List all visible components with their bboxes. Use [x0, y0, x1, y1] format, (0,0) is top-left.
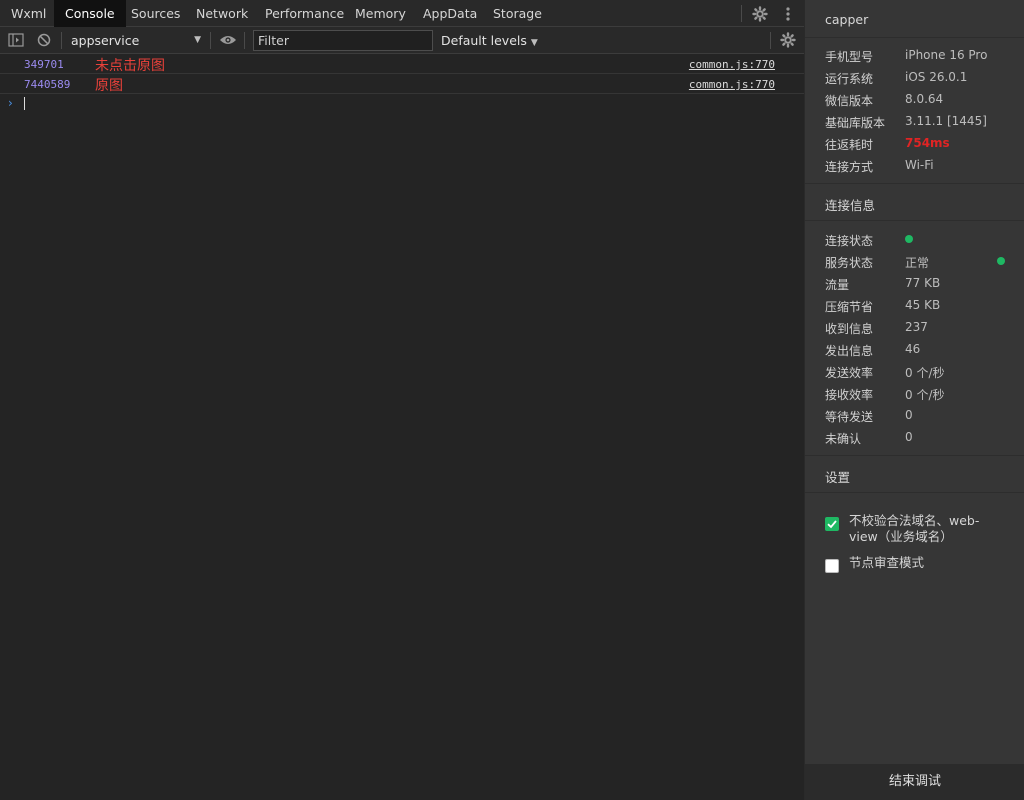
service-status-label: 服务状态 — [825, 256, 874, 270]
received-label: 收到信息 — [825, 322, 874, 336]
settings-title: 设置 — [825, 470, 851, 485]
tab-sources[interactable]: Sources — [120, 0, 191, 27]
session-title: capper — [825, 12, 869, 27]
device-model-value: iPhone 16 Pro — [905, 48, 988, 62]
text-caret — [24, 97, 25, 110]
sent-label: 发出信息 — [825, 344, 874, 358]
console-settings-gear-icon[interactable] — [778, 31, 798, 49]
tab-storage[interactable]: Storage — [482, 0, 553, 27]
connection-type-value: Wi-Fi — [905, 158, 934, 172]
console-log-row: 349701 未点击原图 common.js:770 — [0, 54, 804, 74]
divider — [805, 492, 1024, 493]
unacked-value: 0 — [905, 430, 913, 444]
log-message: 未点击原图 — [95, 58, 165, 74]
node-inspect-label[interactable]: 节点审查模式 — [849, 555, 999, 571]
sidebar-toggle-icon[interactable] — [6, 31, 26, 49]
service-status-dot — [997, 257, 1005, 265]
received-value: 237 — [905, 320, 928, 334]
device-model-label: 手机型号 — [825, 50, 874, 64]
compression-label: 压缩节省 — [825, 300, 874, 314]
console-output: 349701 未点击原图 common.js:770 7440589 原图 co… — [0, 54, 804, 114]
tab-appdata[interactable]: AppData — [412, 0, 488, 27]
debug-side-panel: capper 手机型号 iPhone 16 Pro 运行系统 iOS 26.0.… — [804, 0, 1024, 800]
wechat-version-value: 8.0.64 — [905, 92, 944, 106]
tab-performance[interactable]: Performance — [254, 0, 355, 27]
more-menu-icon[interactable] — [778, 4, 798, 24]
chevron-down-icon: ▼ — [530, 38, 538, 48]
receive-rate-label: 接收效率 — [825, 388, 874, 402]
log-message: 原图 — [95, 78, 123, 94]
send-rate-label: 发送效率 — [825, 366, 874, 380]
connection-type-label: 连接方式 — [825, 160, 874, 174]
settings-gear-icon[interactable] — [750, 4, 770, 24]
console-prompt[interactable]: › — [0, 94, 804, 114]
filter-input[interactable] — [253, 30, 433, 51]
lib-version-value: 3.11.1 [1445] — [905, 114, 987, 128]
connection-status-dot — [905, 235, 913, 243]
os-value: iOS 26.0.1 — [905, 70, 968, 84]
divider — [805, 37, 1024, 38]
tab-memory[interactable]: Memory — [344, 0, 417, 27]
tab-console[interactable]: Console — [54, 0, 126, 27]
devtools-pane: Wxml Console Sources Network Performance… — [0, 0, 804, 800]
latency-label: 往返耗时 — [825, 138, 874, 152]
unacked-label: 未确认 — [825, 432, 862, 446]
context-select[interactable]: appservice ▼ — [65, 31, 205, 50]
chevron-down-icon: ▼ — [194, 35, 201, 45]
log-repeat-count: 349701 — [24, 58, 64, 71]
console-log-row: 7440589 原图 common.js:770 — [0, 74, 804, 94]
skip-domain-check-checkbox[interactable] — [825, 517, 839, 531]
node-inspect-checkbox[interactable] — [825, 559, 839, 573]
skip-domain-check-label[interactable]: 不校验合法域名、web-view（业务域名） — [849, 513, 999, 545]
tab-network[interactable]: Network — [185, 0, 259, 27]
receive-rate-value: 0 个/秒 — [905, 388, 945, 402]
log-source-link[interactable]: common.js:770 — [689, 78, 775, 91]
divider — [805, 455, 1024, 456]
console-toolbar: appservice ▼ Default levels▼ — [0, 27, 804, 54]
divider — [805, 220, 1024, 221]
pending-send-value: 0 — [905, 408, 913, 422]
connection-info-title: 连接信息 — [825, 198, 876, 213]
clear-console-icon[interactable] — [34, 31, 54, 49]
log-source-link[interactable]: common.js:770 — [689, 58, 775, 71]
os-label: 运行系统 — [825, 72, 874, 86]
checkmark-icon — [827, 520, 837, 529]
latency-value: 754ms — [905, 136, 950, 150]
log-levels-select[interactable]: Default levels ▼ — [441, 31, 538, 50]
pending-send-label: 等待发送 — [825, 410, 874, 424]
wechat-version-label: 微信版本 — [825, 94, 874, 108]
toolbar-divider — [61, 32, 62, 49]
divider — [805, 183, 1024, 184]
tabbar-divider — [741, 5, 742, 22]
end-debug-button[interactable]: 结束调试 — [805, 764, 1024, 800]
tab-wxml[interactable]: Wxml — [0, 0, 57, 27]
eye-icon[interactable] — [218, 31, 238, 49]
traffic-value: 77 KB — [905, 276, 941, 290]
prompt-chevron-icon: › — [8, 96, 13, 110]
traffic-label: 流量 — [825, 278, 850, 292]
log-levels-value: Default levels — [441, 33, 527, 48]
sent-value: 46 — [905, 342, 921, 356]
send-rate-value: 0 个/秒 — [905, 366, 945, 380]
context-select-value: appservice — [71, 33, 140, 48]
toolbar-divider — [770, 32, 771, 49]
toolbar-divider — [244, 32, 245, 49]
devtools-tabbar: Wxml Console Sources Network Performance… — [0, 0, 804, 27]
compression-value: 45 KB — [905, 298, 941, 312]
toolbar-divider — [210, 32, 211, 49]
log-repeat-count: 7440589 — [24, 78, 71, 91]
lib-version-label: 基础库版本 — [825, 116, 886, 130]
connection-status-label: 连接状态 — [825, 234, 874, 248]
service-status-value: 正常 — [905, 256, 930, 270]
